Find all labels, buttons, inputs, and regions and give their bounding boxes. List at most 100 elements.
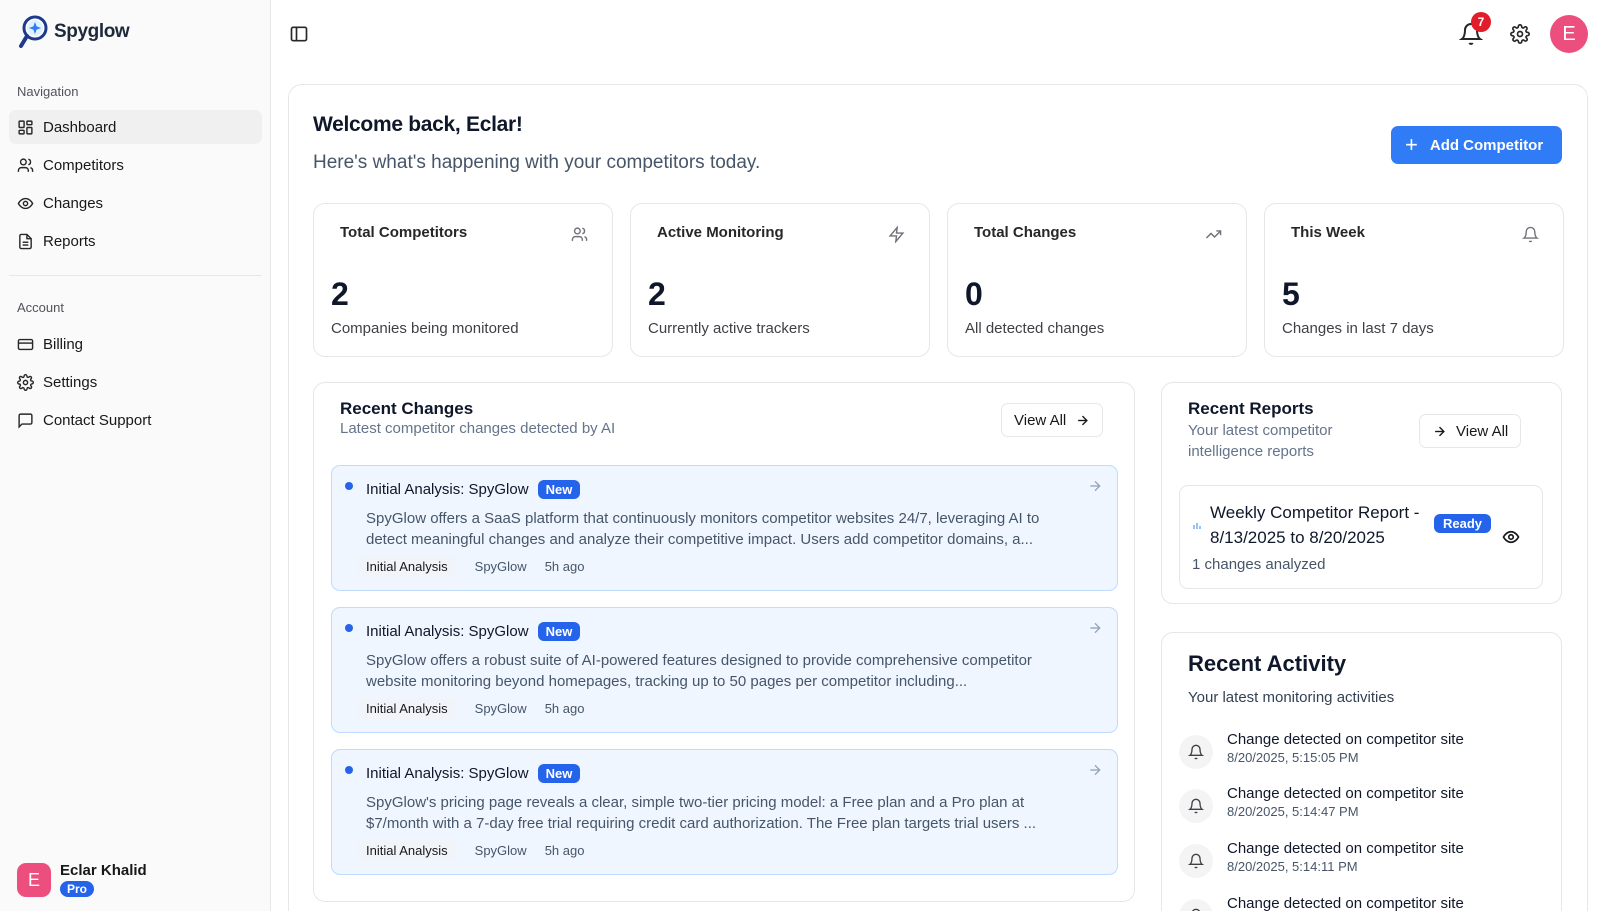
stat-title: Active Monitoring xyxy=(657,224,784,241)
spyglass-logo-icon xyxy=(19,15,48,48)
sidebar-item-competitors[interactable]: Competitors xyxy=(9,148,262,182)
sidebar-item-settings[interactable]: Settings xyxy=(9,365,262,399)
change-title: Initial Analysis: SpyGlow New xyxy=(366,480,581,499)
stat-title: Total Competitors xyxy=(340,224,468,241)
users-icon xyxy=(571,227,588,241)
page-subtitle: Here's what's happening with your compet… xyxy=(313,152,761,173)
sidebar-item-reports[interactable]: Reports xyxy=(9,224,262,258)
new-badge: New xyxy=(537,480,581,499)
trending-up-icon xyxy=(1205,230,1222,239)
report-title: Weekly Competitor Report - 8/13/2025 to … xyxy=(1210,503,1420,547)
sidebar-item-dashboard[interactable]: Dashboard xyxy=(9,110,262,144)
notification-count-badge: 7 xyxy=(1471,12,1491,32)
zap-icon xyxy=(888,226,905,243)
bell-icon xyxy=(1179,844,1213,878)
dashboard-icon xyxy=(18,119,33,135)
view-all-changes-button[interactable]: View All xyxy=(1001,403,1104,437)
stat-title: This Week xyxy=(1291,224,1365,241)
recent-reports-subtitle: Your latest competitor intelligence repo… xyxy=(1188,422,1333,460)
recent-reports-title: Recent Reports xyxy=(1188,399,1314,418)
change-title: Initial Analysis: SpyGlow New xyxy=(366,622,581,641)
stat-card-this-week: This Week 5 Changes in last 7 days xyxy=(1264,203,1564,357)
stat-card-active-monitoring: Active Monitoring 2 Currently active tra… xyxy=(630,203,930,357)
sidebar-item-label: Billing xyxy=(43,335,84,353)
change-meta: Initial Analysis SpyGlow 5h ago xyxy=(357,698,584,719)
message-square-icon xyxy=(18,412,33,429)
activity-time: 8/20/2025, 5:15:05 PM xyxy=(1227,750,1359,765)
sidebar-item-changes[interactable]: Changes xyxy=(9,186,262,220)
change-type-pill: Initial Analysis xyxy=(357,556,457,577)
stat-caption: Companies being monitored xyxy=(331,320,519,337)
recent-reports-card: Recent Reports Your latest competitor in… xyxy=(1161,382,1562,604)
change-title: Initial Analysis: SpyGlow New xyxy=(366,764,581,783)
new-badge: New xyxy=(537,622,581,641)
eye-icon xyxy=(17,197,34,209)
change-competitor: SpyGlow xyxy=(474,843,527,858)
recent-changes-card: Recent Changes Latest competitor changes… xyxy=(313,382,1135,902)
stat-value: 5 xyxy=(1282,276,1300,312)
unread-dot xyxy=(345,766,353,774)
change-description: SpyGlow offers a robust suite of AI-powe… xyxy=(366,652,1032,690)
report-list-item[interactable]: Weekly Competitor Report - 8/13/2025 to … xyxy=(1179,485,1543,589)
plus-icon: + xyxy=(1405,132,1418,157)
stat-title: Total Changes xyxy=(974,224,1077,241)
activity-item: Change detected on competitor site 8/20/… xyxy=(1179,731,1464,769)
change-competitor: SpyGlow xyxy=(474,559,527,574)
activity-item: Change detected on competitor site 8/20/… xyxy=(1179,785,1464,823)
sidebar-item-label: Contact Support xyxy=(43,411,152,429)
view-all-label: View All xyxy=(1456,422,1509,440)
bell-icon xyxy=(1522,226,1539,243)
view-report-eye-icon[interactable] xyxy=(1502,528,1520,546)
add-competitor-button[interactable]: + Add Competitor xyxy=(1391,126,1562,164)
user-profile[interactable]: E Eclar Khalid Pro xyxy=(17,862,147,898)
change-competitor: SpyGlow xyxy=(474,701,527,716)
credit-card-icon xyxy=(17,338,34,350)
sidebar-item-contact-support[interactable]: Contact Support xyxy=(9,403,262,437)
status-badge: Ready xyxy=(1434,514,1492,533)
bell-icon xyxy=(1179,899,1213,911)
sidebar-divider xyxy=(9,275,262,276)
users-icon xyxy=(17,157,34,172)
stat-card-total-competitors: Total Competitors 2 Companies being moni… xyxy=(313,203,613,357)
sidebar-toggle-icon[interactable] xyxy=(289,24,309,44)
sidebar-item-label: Competitors xyxy=(43,156,124,174)
user-avatar-button[interactable]: E xyxy=(1550,15,1588,53)
recent-changes-subtitle: Latest competitor changes detected by AI xyxy=(340,420,616,437)
change-meta: Initial Analysis SpyGlow 5h ago xyxy=(357,840,584,861)
change-list-item[interactable]: Initial Analysis: SpyGlow New SpyGlow's … xyxy=(331,749,1118,875)
brand-name: Spyglow xyxy=(54,21,130,42)
stat-value: 2 xyxy=(331,276,349,312)
brand[interactable]: Spyglow xyxy=(18,14,130,50)
avatar: E xyxy=(17,863,51,897)
recent-activity-title: Recent Activity xyxy=(1188,651,1347,676)
change-meta: Initial Analysis SpyGlow 5h ago xyxy=(357,556,585,577)
stat-value: 0 xyxy=(965,276,983,312)
recent-changes-title: Recent Changes xyxy=(340,399,474,418)
view-all-reports-button[interactable]: View All xyxy=(1419,414,1522,448)
change-list-item[interactable]: Initial Analysis: SpyGlow New SpyGlow of… xyxy=(331,465,1118,591)
recent-activity-card: Recent Activity Your latest monitoring a… xyxy=(1161,632,1562,911)
change-type-pill: Initial Analysis xyxy=(357,698,457,719)
stat-caption: All detected changes xyxy=(965,320,1105,337)
stat-card-total-changes: Total Changes 0 All detected changes xyxy=(947,203,1247,357)
report-meta: 1 changes analyzed xyxy=(1192,556,1326,573)
change-description: SpyGlow's pricing page reveals a clear, … xyxy=(366,794,1037,832)
arrow-right-icon xyxy=(1090,480,1101,492)
settings-gear-icon[interactable] xyxy=(1510,24,1530,44)
change-list-item[interactable]: Initial Analysis: SpyGlow New SpyGlow of… xyxy=(331,607,1118,733)
sidebar-item-label: Reports xyxy=(43,232,96,250)
change-time: 5h ago xyxy=(544,559,585,574)
unread-dot xyxy=(345,624,353,632)
file-text-icon xyxy=(19,233,32,249)
sidebar-item-billing[interactable]: Billing xyxy=(9,327,262,361)
arrow-right-icon xyxy=(1078,415,1089,425)
change-type-pill: Initial Analysis xyxy=(357,840,457,861)
user-name: Eclar Khalid xyxy=(60,862,147,879)
sidebar-item-label: Changes xyxy=(43,194,104,212)
change-title-text: Initial Analysis: SpyGlow xyxy=(366,481,529,498)
arrow-right-icon xyxy=(1090,622,1101,634)
gear-icon xyxy=(17,373,34,391)
stat-caption: Currently active trackers xyxy=(648,320,810,337)
account-section-label: Account xyxy=(17,300,64,315)
sidebar-item-label: Settings xyxy=(43,373,98,391)
